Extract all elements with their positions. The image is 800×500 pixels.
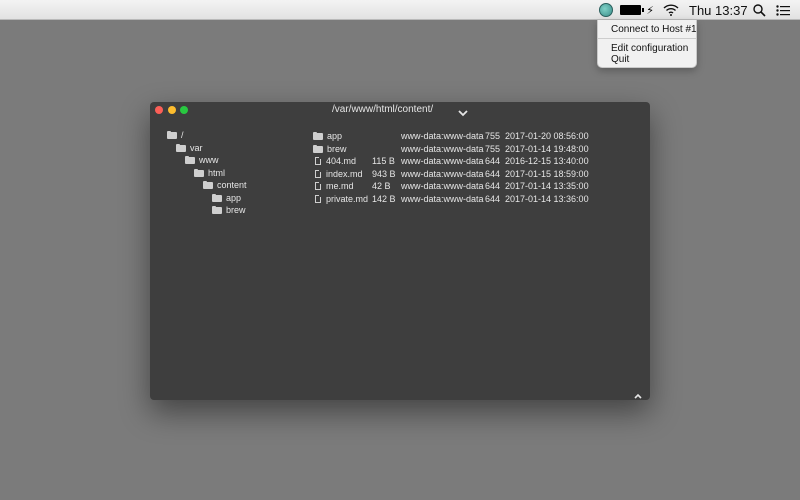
file-name: me.md [326, 181, 354, 191]
file-name: index.md [326, 168, 363, 179]
tree-node-label: www [199, 155, 219, 165]
menu-bar: ⚡ Thu 13:37 [0, 0, 800, 20]
file-size: 943 B [372, 168, 396, 179]
close-button[interactable] [155, 106, 163, 114]
file-permissions: 644 [485, 156, 501, 166]
tree-node[interactable]: app [212, 192, 241, 204]
menu-item-quit[interactable]: Quit [611, 54, 629, 65]
tree-node-label: brew [226, 205, 246, 215]
file-owner: www-data:www-data [401, 156, 484, 166]
file-row[interactable]: 404.md [313, 155, 356, 167]
file-modified-date: 2017-01-20 08:56:00 [505, 131, 589, 141]
tree-node-label: / [181, 130, 184, 140]
window-title: /var/www/html/content/ [332, 104, 434, 115]
tree-node-label: app [226, 192, 242, 203]
file-owner: www-data:www-data [401, 168, 484, 179]
folder-icon [185, 156, 195, 164]
file-permissions: 644 [485, 193, 501, 204]
folder-icon [313, 132, 323, 140]
file-permissions: 755 [485, 131, 501, 141]
file-owner: www-data:www-data [401, 193, 484, 204]
file-row[interactable]: app [313, 130, 342, 142]
file-owner: www-data:www-data [401, 181, 484, 191]
folder-icon [212, 193, 222, 202]
chevron-down-icon[interactable] [458, 104, 468, 122]
file-permissions: 755 [485, 143, 501, 154]
folder-icon [176, 143, 186, 152]
file-row[interactable]: private.md [313, 193, 368, 205]
file-name: 404.md [326, 156, 357, 166]
battery-icon[interactable]: ⚡ [620, 2, 654, 18]
tree-node-label: var [190, 142, 203, 153]
window-titlebar[interactable]: /var/www/html/content/ [150, 102, 650, 120]
file-modified-date: 2017-01-14 13:36:00 [505, 193, 589, 204]
tree-node-label: content [217, 180, 247, 190]
file-icon [315, 157, 321, 165]
folder-icon [203, 181, 213, 189]
file-name: private.md [326, 193, 369, 204]
folder-icon [167, 131, 177, 139]
status-menu: Connect to Host #1 Edit configuration Qu… [597, 20, 697, 68]
tree-node[interactable]: var [176, 142, 203, 154]
file-size: 42 B [372, 181, 391, 191]
file-owner: www-data:www-data [401, 131, 484, 141]
tree-node[interactable]: www [185, 154, 219, 166]
menu-separator [598, 38, 696, 39]
chevron-up-icon[interactable] [634, 386, 642, 404]
tree-node[interactable]: content [203, 179, 247, 191]
folder-icon [212, 206, 222, 214]
folder-icon [313, 144, 323, 153]
tree-node[interactable]: html [194, 167, 225, 179]
tree-node-label: html [208, 167, 226, 178]
file-size: 142 B [372, 193, 396, 204]
file-size: 115 B [372, 156, 395, 166]
file-modified-date: 2017-01-14 19:48:00 [505, 143, 589, 154]
tree-node[interactable]: / [167, 129, 184, 141]
file-icon [315, 169, 321, 178]
file-name: brew [327, 143, 347, 154]
search-icon[interactable] [752, 2, 766, 18]
file-permissions: 644 [485, 181, 501, 191]
file-browser-window: /var/www/html/content/ / var www html conten… [150, 102, 650, 400]
app-status-icon[interactable] [598, 2, 614, 18]
file-icon [315, 194, 321, 203]
file-modified-date: 2017-01-15 18:59:00 [505, 168, 589, 179]
file-modified-date: 2017-01-14 13:35:00 [505, 181, 589, 191]
file-permissions: 644 [485, 168, 501, 179]
menu-item-connect[interactable]: Connect to Host #1 [611, 24, 697, 35]
zoom-button[interactable] [180, 106, 188, 114]
file-owner: www-data:www-data [401, 143, 484, 154]
file-row[interactable]: me.md [313, 180, 354, 192]
file-name: app [327, 131, 343, 141]
menu-clock[interactable]: Thu 13:37 [689, 2, 748, 18]
folder-icon [194, 168, 204, 177]
file-modified-date: 2016-12-15 13:40:00 [505, 156, 589, 166]
file-icon [315, 182, 321, 190]
file-row[interactable]: index.md [313, 168, 363, 180]
file-row[interactable]: brew [313, 143, 347, 155]
menu-item-edit-configuration[interactable]: Edit configuration [611, 43, 688, 54]
tree-node[interactable]: brew [212, 204, 246, 216]
list-icon[interactable] [776, 2, 790, 18]
minimize-button[interactable] [168, 106, 176, 114]
wifi-icon[interactable] [663, 2, 679, 18]
